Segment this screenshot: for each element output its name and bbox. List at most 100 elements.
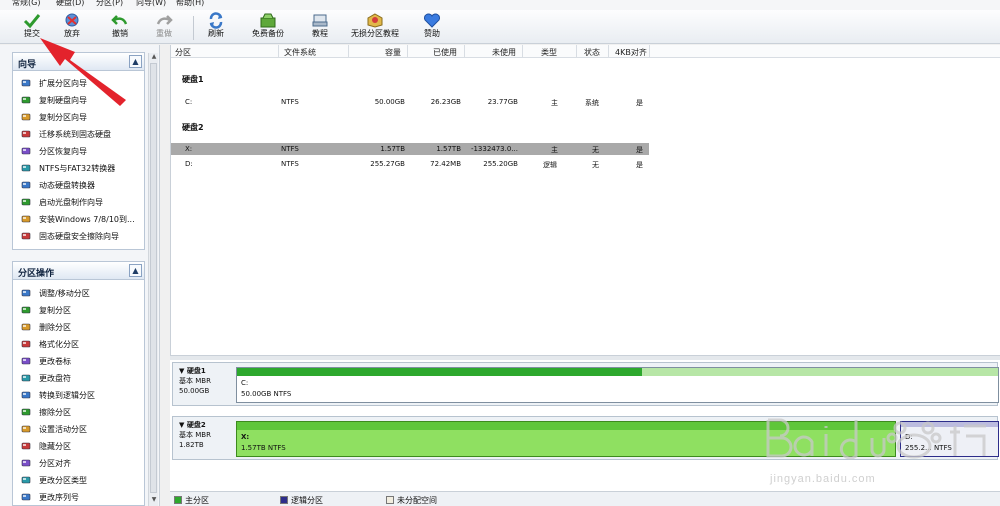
sidebar-item[interactable]: 调整/移动分区 (13, 285, 144, 302)
cell-type: 逻辑 (543, 161, 557, 169)
submit-button[interactable]: 提交 (18, 12, 46, 42)
sidebar-item[interactable]: 复制硬盘向导 (13, 92, 144, 109)
sidebar-item-label: 更改盘符 (39, 374, 71, 383)
sidebar-item-label: 安装Windows 7/8/10到... (39, 215, 135, 224)
cell-partition: X: (185, 145, 193, 153)
menu-partition[interactable]: 分区(P) (96, 0, 123, 8)
toolbar-separator (193, 16, 194, 40)
chevron-up-icon: ▲ (132, 266, 139, 275)
menu-help[interactable]: 帮助(H) (176, 0, 204, 8)
legend-unallocated: 未分配空间 (386, 495, 437, 506)
sidebar-item[interactable]: 更改分区类型 (13, 472, 144, 489)
tutorial-button[interactable]: 教程 (306, 12, 334, 42)
wizard-panel-header: 向导 ▲ (13, 53, 144, 71)
extend-wizard-icon (21, 79, 31, 87)
col-4kb-align[interactable]: 4KB对齐 (615, 47, 647, 58)
sidebar-item[interactable]: 启动光盘制作向导 (13, 194, 144, 211)
table-row-selected[interactable]: X: NTFS 1.57TB 1.57TB -1332473.0... 主 无 … (171, 143, 649, 155)
sidebar-item[interactable]: 复制分区 (13, 302, 144, 319)
scroll-up-icon[interactable]: ▲ (150, 53, 158, 61)
sidebar-item[interactable]: NTFS与FAT32转换器 (13, 160, 144, 177)
disk2-name: ▼ 硬盘2 (179, 420, 235, 430)
col-partition[interactable]: 分区 (175, 47, 191, 58)
column-divider[interactable] (407, 45, 408, 58)
legend-primary: 主分区 (174, 495, 209, 506)
sidebar-item-label: 分区对齐 (39, 459, 71, 468)
col-capacity[interactable]: 容量 (385, 47, 401, 58)
column-divider[interactable] (522, 45, 523, 58)
scrollbar-thumb[interactable] (150, 63, 157, 493)
submit-label: 提交 (24, 29, 40, 38)
cell-filesystem: NTFS (281, 160, 299, 168)
table-row[interactable]: C: NTFS 50.00GB 26.23GB 23.77GB 主 系统 是 (171, 96, 649, 108)
cell-status: 系统 (585, 99, 599, 107)
menu-wizard[interactable]: 向导(W) (136, 0, 166, 8)
sidebar-item[interactable]: 擦除分区 (13, 404, 144, 421)
partition-d-block[interactable]: D: 255.2... NTFS (900, 421, 999, 457)
disk2-name-text: 硬盘2 (186, 421, 206, 429)
sidebar-item[interactable]: 隐藏分区 (13, 438, 144, 455)
column-divider[interactable] (464, 45, 465, 58)
refresh-button[interactable]: 刷新 (202, 12, 230, 42)
scroll-down-icon[interactable]: ▼ (150, 496, 158, 504)
menu-disk[interactable]: 硬盘(D) (56, 0, 84, 8)
col-used[interactable]: 已使用 (433, 47, 457, 58)
legend-primary-label: 主分区 (185, 496, 209, 505)
type-icon (21, 476, 31, 484)
sidebar-item[interactable]: 迁移系统到固态硬盘 (13, 126, 144, 143)
menu-general[interactable]: 常规(G) (12, 0, 40, 8)
sidebar-item[interactable]: 扩展分区向导 (13, 75, 144, 92)
usage-fill (901, 422, 998, 427)
col-free[interactable]: 未使用 (492, 47, 516, 58)
column-divider[interactable] (348, 45, 349, 58)
usage-fill (237, 368, 642, 376)
sidebar-item[interactable]: 安装Windows 7/8/10到... (13, 211, 144, 228)
sidebar-item[interactable]: 复制分区向导 (13, 109, 144, 126)
sidebar-item-label: 动态硬盘转换器 (39, 181, 95, 190)
undo-button[interactable]: 撤销 (106, 12, 134, 42)
sidebar-item[interactable]: 更改序列号 (13, 489, 144, 506)
column-divider[interactable] (576, 45, 577, 58)
copy-partition-icon (21, 113, 31, 121)
sidebar-item[interactable]: 分区对齐 (13, 455, 144, 472)
table-row[interactable]: D: NTFS 255.27GB 72.42MB 255.20GB 逻辑 无 是 (171, 158, 649, 170)
sidebar-item[interactable]: 格式化分区 (13, 336, 144, 353)
partition-c-letter: C: (241, 379, 249, 387)
sidebar-item-label: 擦除分区 (39, 408, 71, 417)
partition-x-block[interactable]: X: 1.57TB NTFS (236, 421, 896, 457)
sidebar-item[interactable]: 分区恢复向导 (13, 143, 144, 160)
free-backup-button[interactable]: 免费备份 (248, 12, 288, 42)
discard-button[interactable]: 放弃 (58, 12, 86, 42)
column-divider[interactable] (649, 45, 650, 58)
collapse-wizard-button[interactable]: ▲ (129, 55, 142, 68)
partition-c-block[interactable]: C: 50.00GB NTFS (236, 367, 999, 403)
active-icon (21, 425, 31, 433)
sidebar-item[interactable]: 设置活动分区 (13, 421, 144, 438)
column-divider[interactable] (278, 45, 279, 58)
sidebar-item[interactable]: 转换到逻辑分区 (13, 387, 144, 404)
sidebar-item[interactable]: 更改盘符 (13, 370, 144, 387)
cell-filesystem: NTFS (281, 145, 299, 153)
boot-cd-icon (21, 198, 31, 206)
left-pane-scrollbar[interactable]: ▲ ▼ (148, 53, 158, 506)
col-status[interactable]: 状态 (584, 47, 600, 58)
cell-status: 无 (592, 146, 599, 154)
column-divider[interactable] (608, 45, 609, 58)
sidebar-item[interactable]: 固态硬盘安全擦除向导 (13, 228, 144, 245)
sidebar-item[interactable]: 更改卷标 (13, 353, 144, 370)
collapse-partition-ops-button[interactable]: ▲ (129, 264, 142, 277)
dynamic-disk-icon (21, 181, 31, 189)
sidebar-item[interactable]: 动态硬盘转换器 (13, 177, 144, 194)
redo-button[interactable]: 重做 (150, 12, 178, 42)
sidebar-item[interactable]: 删除分区 (13, 319, 144, 336)
usage-fill (237, 422, 895, 430)
sidebar-item-label: 固态硬盘安全擦除向导 (39, 232, 119, 241)
cell-used: 72.42MB (430, 160, 461, 168)
col-type[interactable]: 类型 (541, 47, 557, 58)
heart-icon (424, 13, 440, 28)
lossless-tutorial-button[interactable]: 无损分区教程 (348, 12, 402, 42)
disk2-map[interactable]: ▼ 硬盘2 基本 MBR 1.82TB X: 1.57TB NTFS D: 25… (172, 416, 999, 460)
disk1-map[interactable]: ▼ 硬盘1 基本 MBR 50.00GB C: 50.00GB NTFS (172, 362, 999, 406)
col-filesystem[interactable]: 文件系统 (284, 47, 316, 58)
sponsor-button[interactable]: 赞助 (418, 12, 446, 42)
